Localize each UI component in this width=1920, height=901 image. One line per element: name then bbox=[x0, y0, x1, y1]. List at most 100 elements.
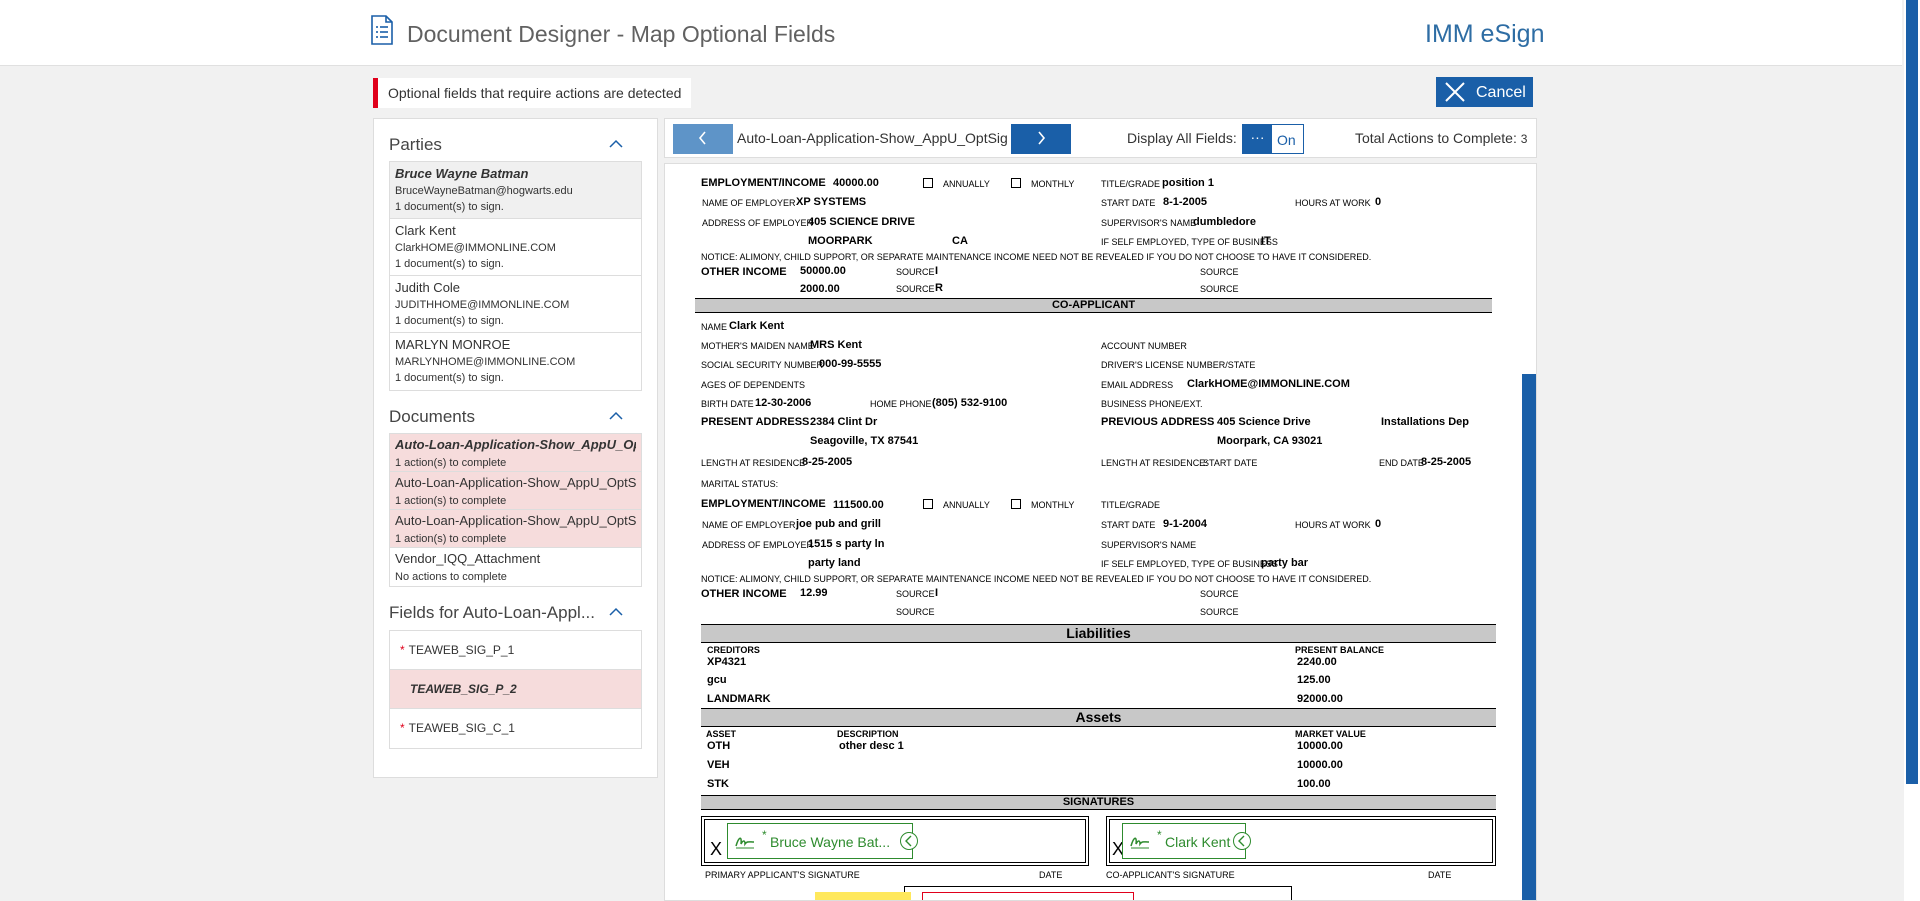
party-name: Bruce Wayne Batman bbox=[395, 166, 529, 181]
doc-label: ASSET bbox=[706, 729, 737, 739]
doc-value: STK bbox=[707, 778, 729, 790]
doc-label: START DATE bbox=[1203, 458, 1258, 468]
document-status: No actions to complete bbox=[395, 571, 507, 583]
document-name: Auto-Loan-Application-Show_AppU_OptSig bbox=[395, 437, 636, 452]
fields-list: * TEAWEB_SIG_P_1 TEAWEB_SIG_P_2 * TEAWEB_S… bbox=[389, 630, 642, 749]
doc-label: EMPLOYMENT/INCOME bbox=[701, 177, 826, 189]
doc-value: 405 Science Drive bbox=[1217, 416, 1311, 428]
assets-header: Assets bbox=[701, 708, 1496, 727]
doc-label: DATE bbox=[1428, 870, 1452, 880]
document-item[interactable]: Auto-Loan-Application-Show_AppU_OptSig 1 … bbox=[390, 472, 641, 510]
doc-value: Moorpark, CA 93021 bbox=[1217, 435, 1323, 447]
chevron-left-icon bbox=[698, 130, 706, 145]
doc-value: R bbox=[935, 282, 943, 294]
next-document-button[interactable] bbox=[1011, 124, 1071, 154]
close-icon bbox=[1445, 82, 1465, 102]
doc-value: 2000.00 bbox=[800, 283, 840, 295]
doc-value: joe pub and grill bbox=[796, 518, 881, 530]
party-email: BruceWayneBatman@hogwarts.edu bbox=[395, 185, 573, 197]
document-item[interactable]: Auto-Loan-Application-Show_AppU_OptSig 1 … bbox=[390, 510, 641, 548]
signature-pen-icon bbox=[1130, 837, 1150, 849]
monthly-checkbox bbox=[1011, 499, 1021, 509]
liabilities-header: Liabilities bbox=[701, 624, 1496, 643]
doc-label: START DATE bbox=[1101, 520, 1156, 530]
alert-banner: Optional fields that require actions are… bbox=[373, 78, 692, 108]
total-actions: Total Actions to Complete: 3 bbox=[1355, 130, 1527, 146]
signature-field-primary[interactable]: * Bruce Wayne Bat... bbox=[727, 823, 913, 859]
doc-label: OTHER INCOME bbox=[701, 266, 787, 278]
doc-value: 92000.00 bbox=[1297, 693, 1343, 705]
annually-checkbox bbox=[923, 499, 933, 509]
document-viewer[interactable]: EMPLOYMENT/INCOME 40000.00 ANNUALLY MONT… bbox=[664, 163, 1537, 901]
doc-value: party land bbox=[808, 557, 861, 569]
signature-field-arrow[interactable] bbox=[1233, 832, 1251, 850]
doc-label: EMPLOYMENT/INCOME bbox=[701, 498, 826, 510]
document-name: Auto-Loan-Application-Show_AppU_OptSig bbox=[395, 513, 636, 528]
document-scrollbar-thumb[interactable] bbox=[1522, 374, 1536, 900]
total-actions-label: Total Actions to Complete: bbox=[1355, 130, 1517, 146]
doc-value: I bbox=[935, 265, 939, 277]
doc-value: 125.00 bbox=[1297, 674, 1331, 686]
party-item[interactable]: MARLYN MONROE MARLYNHOME@IMMONLINE.COM 1 d… bbox=[390, 333, 641, 390]
highlighted-field[interactable] bbox=[815, 892, 911, 900]
document-status: 1 action(s) to complete bbox=[395, 495, 507, 507]
page-scrollbar[interactable] bbox=[1904, 0, 1920, 901]
doc-label: IF SELF EMPLOYED, TYPE OF BUSINESS bbox=[1101, 559, 1278, 569]
total-actions-count: 3 bbox=[1520, 132, 1528, 146]
doc-label: HOURS AT WORK bbox=[1295, 198, 1371, 208]
display-all-fields-label: Display All Fields: bbox=[1127, 130, 1237, 146]
doc-value: CA bbox=[952, 235, 968, 247]
party-item[interactable]: Bruce Wayne Batman BruceWayneBatman@hogwa… bbox=[390, 162, 641, 219]
field-item[interactable]: * TEAWEB_SIG_P_1 bbox=[390, 631, 641, 670]
document-item[interactable]: Auto-Loan-Application-Show_AppU_OptSig 1 … bbox=[390, 434, 641, 472]
doc-value: 0 bbox=[1375, 518, 1382, 530]
doc-label: CO-APPLICANT'S SIGNATURE bbox=[1106, 870, 1235, 880]
doc-value: 100.00 bbox=[1297, 778, 1331, 790]
doc-value: dumbledore bbox=[1193, 216, 1256, 228]
doc-label: MARKET VALUE bbox=[1295, 729, 1366, 739]
signature-field-arrow[interactable] bbox=[900, 832, 918, 850]
doc-label: TITLE/GRADE bbox=[1101, 500, 1161, 510]
optional-signature-field[interactable] bbox=[922, 892, 1134, 900]
doc-value: Clark Kent bbox=[729, 320, 785, 332]
chevron-up-icon[interactable] bbox=[609, 607, 623, 617]
doc-value: 9-1-2004 bbox=[1163, 518, 1208, 530]
field-name: TEAWEB_SIG_P_1 bbox=[408, 643, 515, 657]
doc-label: SOURCE bbox=[896, 607, 935, 617]
cancel-button[interactable]: Cancel bbox=[1436, 77, 1533, 107]
doc-value: I bbox=[935, 587, 939, 599]
doc-label: END DATE bbox=[1379, 458, 1424, 468]
chevron-up-icon[interactable] bbox=[609, 139, 623, 149]
doc-label: EMAIL ADDRESS bbox=[1101, 380, 1174, 390]
party-name: MARLYN MONROE bbox=[395, 337, 511, 352]
cancel-label: Cancel bbox=[1476, 84, 1526, 101]
chevron-up-icon[interactable] bbox=[609, 411, 623, 421]
field-item[interactable]: * TEAWEB_SIG_C_1 bbox=[390, 709, 641, 748]
doc-label: MONTHLY bbox=[1031, 179, 1075, 189]
party-email: MARLYNHOME@IMMONLINE.COM bbox=[395, 356, 576, 368]
party-item[interactable]: Judith Cole JUDITHHOME@IMMONLINE.COM 1 doc… bbox=[390, 276, 641, 333]
display-all-fields-toggle[interactable]: ··· On bbox=[1242, 124, 1304, 154]
doc-value: gcu bbox=[707, 674, 727, 686]
prev-document-button[interactable] bbox=[673, 124, 733, 154]
field-item[interactable]: TEAWEB_SIG_P_2 bbox=[390, 670, 641, 709]
signature-field-coapplicant[interactable]: * Clark Kent bbox=[1122, 823, 1246, 859]
document-status: 1 action(s) to complete bbox=[395, 457, 507, 469]
toggle-state: On bbox=[1277, 132, 1296, 148]
document-item[interactable]: Vendor_IQQ_Attachment No actions to compl… bbox=[390, 548, 641, 586]
brand-logo: IMM eSign bbox=[1425, 20, 1545, 48]
doc-label: NAME OF EMPLOYER bbox=[702, 198, 796, 208]
doc-label: SOURCE bbox=[1200, 267, 1239, 277]
party-email: JUDITHHOME@IMMONLINE.COM bbox=[395, 299, 570, 311]
required-marker: * bbox=[762, 828, 767, 842]
party-count: 1 document(s) to sign. bbox=[395, 258, 504, 270]
doc-label: NAME bbox=[701, 322, 728, 332]
signature-pen-icon bbox=[735, 837, 755, 849]
doc-value: 12-30-2006 bbox=[755, 397, 812, 409]
doc-value: (805) 532-9100 bbox=[932, 397, 1008, 409]
doc-label: ADDRESS OF EMPLOYER bbox=[702, 218, 814, 228]
page-scrollbar-thumb[interactable] bbox=[1906, 0, 1918, 784]
doc-value: 0 bbox=[1375, 196, 1382, 208]
doc-value: 2240.00 bbox=[1297, 656, 1337, 668]
party-item[interactable]: Clark Kent ClarkHOME@IMMONLINE.COM 1 docum… bbox=[390, 219, 641, 276]
